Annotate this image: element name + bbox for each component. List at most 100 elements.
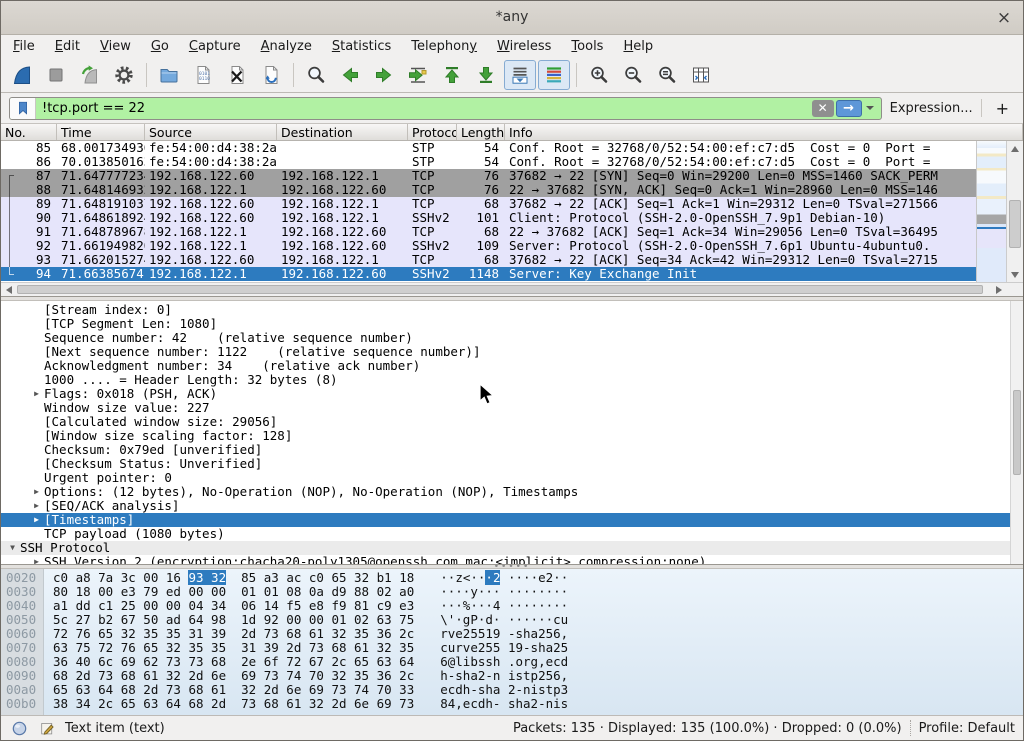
menu-capture[interactable]: Capture — [179, 37, 251, 56]
scrollbar-thumb[interactable] — [1009, 200, 1021, 248]
detail-row[interactable]: ▶Flags: 0x018 (PSH, ACK) — [1, 387, 1023, 401]
menu-statistics[interactable]: Statistics — [322, 37, 401, 56]
detail-row[interactable]: ▼SSH Protocol — [1, 541, 1023, 555]
detail-row[interactable]: Window size value: 227 — [1, 401, 1023, 415]
detail-row[interactable]: [Stream index: 0] — [1, 303, 1023, 317]
filter-dropdown-button[interactable] — [862, 100, 878, 117]
colorize-packets-button[interactable] — [538, 60, 570, 90]
expander-down-icon[interactable]: ▼ — [5, 541, 20, 555]
auto-scroll-button[interactable] — [504, 60, 536, 90]
detail-row[interactable]: Checksum: 0x79ed [unverified] — [1, 443, 1023, 457]
detail-row[interactable]: [TCP Segment Len: 1080] — [1, 317, 1023, 331]
detail-row[interactable]: [Calculated window size: 29056] — [1, 415, 1023, 429]
zoom-out-button[interactable] — [617, 60, 649, 90]
filter-bookmark-button[interactable] — [10, 98, 36, 119]
expander-right-icon[interactable]: ▶ — [29, 555, 44, 565]
detail-row[interactable]: [Next sequence number: 1122 (relative se… — [1, 345, 1023, 359]
packet-list-horizontal-scrollbar[interactable] — [1, 282, 1023, 296]
menu-go[interactable]: Go — [141, 37, 179, 56]
hex-row-0060[interactable]: 006072 76 65 32 35 35 31 39 2d 73 68 61 … — [1, 627, 1023, 641]
menu-edit[interactable]: Edit — [45, 37, 90, 56]
expander-right-icon[interactable]: ▶ — [29, 513, 44, 527]
filter-apply-button[interactable]: → — [836, 100, 862, 117]
zoom-reset-button[interactable] — [651, 60, 683, 90]
column-header-protocol[interactable]: Protocol — [408, 124, 457, 140]
reload-file-button[interactable] — [255, 60, 287, 90]
hex-row-00a0[interactable]: 00a065 63 64 68 2d 73 68 61 32 2d 6e 69 … — [1, 683, 1023, 697]
detail-row[interactable]: ▶Options: (12 bytes), No-Operation (NOP)… — [1, 485, 1023, 499]
scroll-left-arrow-icon[interactable] — [1, 283, 15, 296]
menu-telephony[interactable]: Telephony — [401, 37, 487, 56]
resize-columns-button[interactable] — [685, 60, 717, 90]
stop-capture-button[interactable] — [40, 60, 72, 90]
scroll-right-arrow-icon[interactable] — [992, 283, 1006, 296]
go-forward-button[interactable] — [368, 60, 400, 90]
zoom-in-button[interactable] — [583, 60, 615, 90]
close-window-button[interactable]: × — [993, 7, 1015, 29]
column-header-destination[interactable]: Destination — [277, 124, 408, 140]
packet-row-91[interactable]: 9171.648789678192.168.122.1192.168.122.6… — [1, 225, 976, 239]
scroll-up-arrow-icon[interactable] — [1007, 141, 1023, 155]
detail-row[interactable]: [Checksum Status: Unverified] — [1, 457, 1023, 471]
detail-row[interactable]: [Window size scaling factor: 128] — [1, 429, 1023, 443]
column-header-time[interactable]: Time — [57, 124, 145, 140]
packet-row-88[interactable]: 8871.648146932192.168.122.1192.168.122.6… — [1, 183, 976, 197]
profile-text[interactable]: Profile: Default — [919, 721, 1015, 736]
detail-row[interactable]: ▶[SEQ/ACK analysis] — [1, 499, 1023, 513]
hex-row-0070[interactable]: 007063 75 72 76 65 32 35 35 31 39 2d 73 … — [1, 641, 1023, 655]
hex-row-0080[interactable]: 008036 40 6c 69 62 73 73 68 2e 6f 72 67 … — [1, 655, 1023, 669]
menu-view[interactable]: View — [90, 37, 141, 56]
expression-button[interactable]: Expression... — [890, 101, 973, 116]
find-packet-button[interactable] — [300, 60, 332, 90]
detail-row[interactable]: Acknowledgment number: 34 (relative ack … — [1, 359, 1023, 373]
hex-row-0050[interactable]: 00505c 27 b2 67 50 ad 64 98 1d 92 00 00 … — [1, 613, 1023, 627]
column-header-source[interactable]: Source — [145, 124, 277, 140]
column-header-no[interactable]: No. — [1, 124, 57, 140]
capture-comment-button[interactable] — [37, 718, 57, 738]
go-last-packet-button[interactable] — [470, 60, 502, 90]
hex-row-0030[interactable]: 003080 18 00 e3 79 ed 00 00 01 01 08 0a … — [1, 585, 1023, 599]
go-back-button[interactable] — [334, 60, 366, 90]
details-vertical-scrollbar[interactable] — [1010, 301, 1023, 564]
expander-right-icon[interactable]: ▶ — [29, 485, 44, 499]
expander-right-icon[interactable]: ▶ — [29, 499, 44, 513]
packet-row-94[interactable]: 9471.663856741192.168.122.1192.168.122.6… — [1, 267, 976, 281]
hex-row-0020[interactable]: 0020c0 a8 7a 3c 00 16 93 32 85 a3 ac c0 … — [1, 571, 1023, 585]
packet-row-92[interactable]: 9271.661949820192.168.122.1192.168.122.6… — [1, 239, 976, 253]
add-filter-button[interactable]: + — [990, 99, 1015, 118]
hex-row-0040[interactable]: 0040a1 dd c1 25 00 00 04 34 06 14 f5 e8 … — [1, 599, 1023, 613]
scrollbar-thumb[interactable] — [17, 285, 983, 294]
scroll-down-arrow-icon[interactable] — [1007, 268, 1023, 282]
menu-analyze[interactable]: Analyze — [251, 37, 322, 56]
detail-row[interactable]: TCP payload (1080 bytes) — [1, 527, 1023, 541]
packet-row-86[interactable]: 8670.013850163fe:54:00:d4:38:2aSTP54Conf… — [1, 155, 976, 169]
detail-row[interactable]: ▶[Timestamps] — [1, 513, 1023, 527]
menu-help[interactable]: Help — [613, 37, 663, 56]
packet-row-87[interactable]: 8771.647777234192.168.122.60192.168.122.… — [1, 169, 976, 183]
hex-row-00b0[interactable]: 00b038 34 2c 65 63 64 68 2d 73 68 61 32 … — [1, 697, 1023, 711]
intelligent-scrollbar-minimap[interactable] — [976, 141, 1006, 282]
menu-file[interactable]: File — [3, 37, 45, 56]
filter-clear-button[interactable]: ✕ — [812, 100, 834, 117]
go-to-packet-button[interactable] — [402, 60, 434, 90]
scrollbar-thumb[interactable] — [1013, 390, 1021, 474]
display-filter-input[interactable] — [36, 98, 812, 119]
packet-list-vertical-scrollbar[interactable] — [1006, 141, 1023, 282]
restart-capture-button[interactable] — [74, 60, 106, 90]
packet-row-93[interactable]: 9371.662015274192.168.122.60192.168.122.… — [1, 253, 976, 267]
packet-row-89[interactable]: 8971.648191037192.168.122.60192.168.122.… — [1, 197, 976, 211]
menu-tools[interactable]: Tools — [561, 37, 613, 56]
detail-row[interactable]: Sequence number: 42 (relative sequence n… — [1, 331, 1023, 345]
expander-right-icon[interactable]: ▶ — [29, 387, 44, 401]
expert-info-button[interactable] — [9, 718, 29, 738]
capture-options-button[interactable] — [108, 60, 140, 90]
detail-row[interactable]: 1000 .... = Header Length: 32 bytes (8) — [1, 373, 1023, 387]
packet-row-85[interactable]: 8568.001734936fe:54:00:d4:38:2aSTP54Conf… — [1, 141, 976, 155]
start-capture-button[interactable] — [6, 60, 38, 90]
hex-row-0090[interactable]: 009068 2d 73 68 61 32 2d 6e 69 73 74 70 … — [1, 669, 1023, 683]
close-file-button[interactable] — [221, 60, 253, 90]
detail-row[interactable]: Urgent pointer: 0 — [1, 471, 1023, 485]
open-file-button[interactable] — [153, 60, 185, 90]
packet-row-90[interactable]: 9071.648618924192.168.122.60192.168.122.… — [1, 211, 976, 225]
column-header-info[interactable]: Info — [505, 124, 1023, 140]
